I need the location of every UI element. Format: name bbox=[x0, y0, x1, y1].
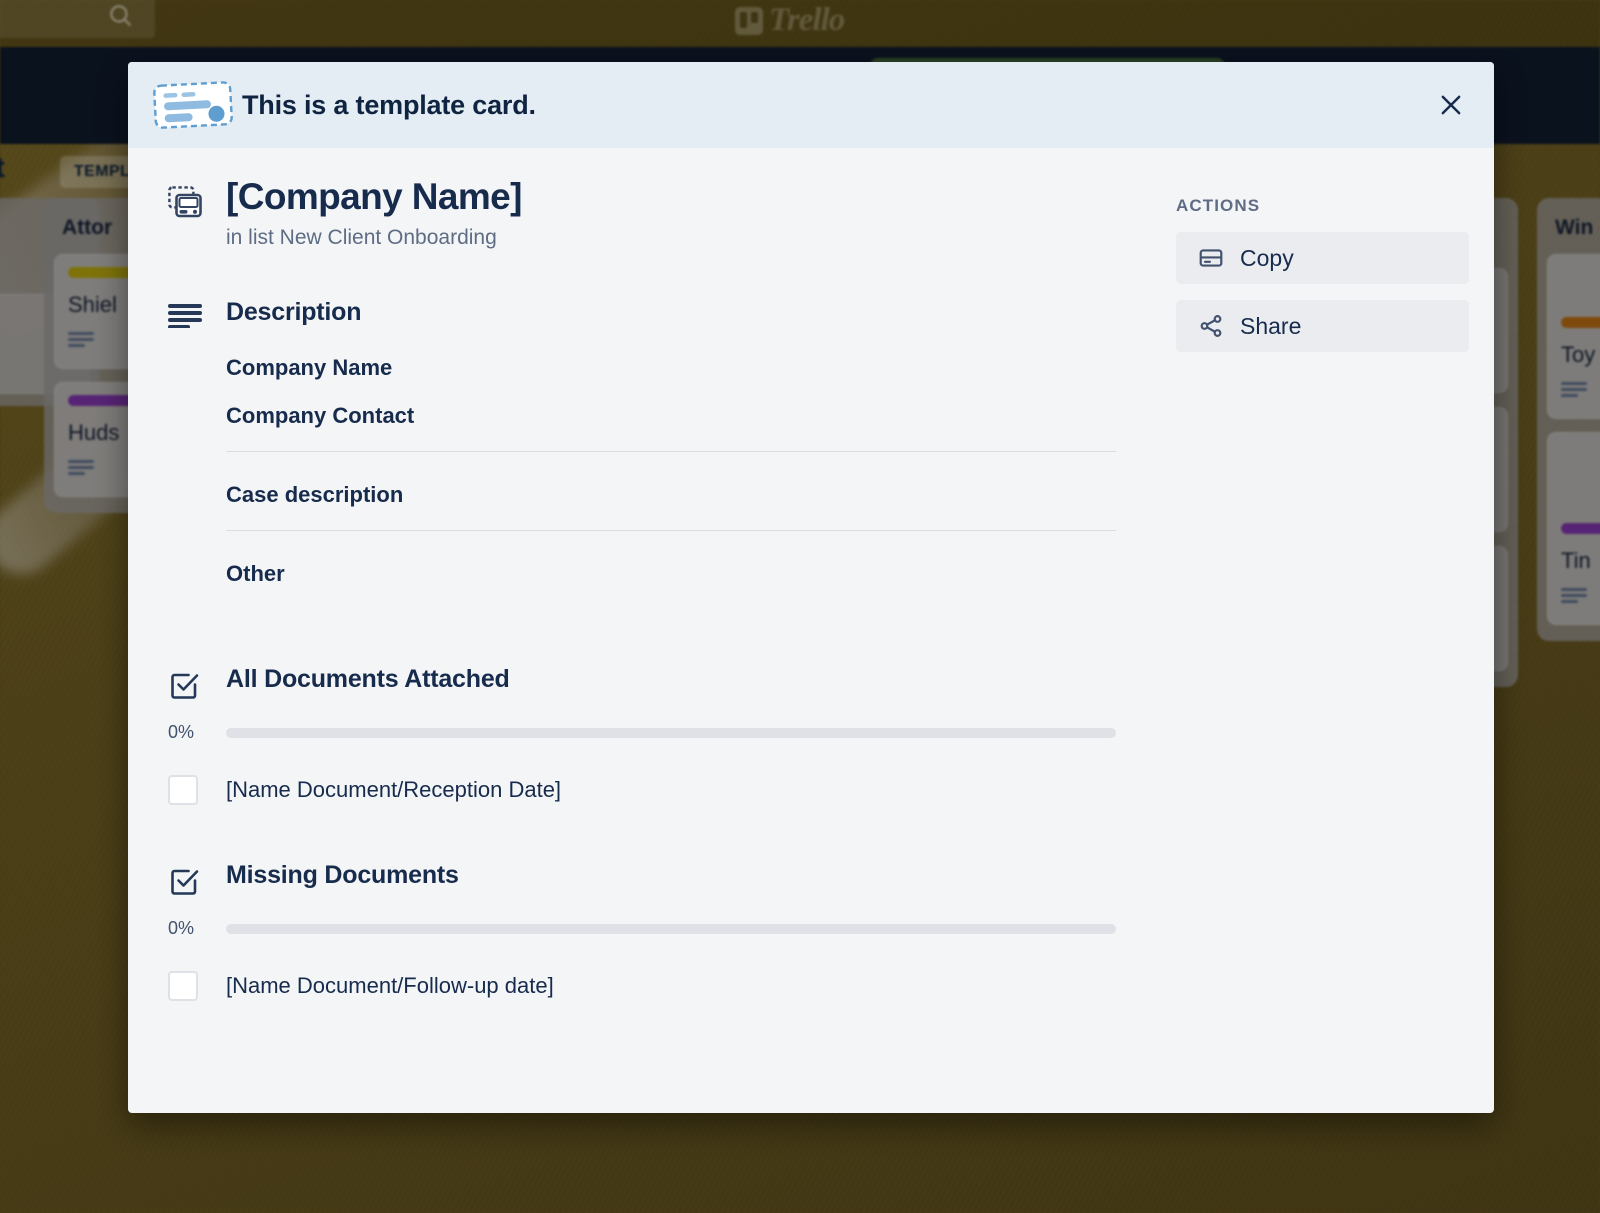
actions-sidebar: ACTIONS Copy Share bbox=[1128, 176, 1469, 1001]
checklist-icon bbox=[168, 665, 226, 706]
checklist-progress: 0% bbox=[168, 918, 1128, 939]
description-field-company-contact: Company Contact bbox=[226, 403, 415, 429]
checklist-title: Missing Documents bbox=[226, 861, 459, 890]
description-divider bbox=[226, 451, 1116, 453]
checklist-item[interactable]: [Name Document/Follow-up date] bbox=[168, 971, 1128, 1002]
checklist-item-checkbox-wrap bbox=[168, 971, 226, 1002]
banner-title: This is a template card. bbox=[242, 89, 536, 120]
card-header: [Company Name] in list New Client Onboar… bbox=[168, 176, 1128, 250]
description-body: Description Company Name Company Contact… bbox=[226, 298, 1128, 609]
description-field-case-description: Case description bbox=[226, 482, 404, 508]
card-header-text: [Company Name] in list New Client Onboar… bbox=[226, 176, 522, 250]
checklist-item-checkbox[interactable] bbox=[168, 775, 198, 806]
close-button[interactable] bbox=[1430, 84, 1472, 126]
checklist-progress-bar bbox=[226, 727, 1116, 738]
checklist-percent: 0% bbox=[168, 722, 195, 743]
actions-heading: ACTIONS bbox=[1176, 196, 1261, 215]
checklist-missing-documents: Missing Documents 0% [Name Document/Foll… bbox=[168, 861, 1128, 1002]
close-icon bbox=[1441, 95, 1461, 115]
checklist-header: All Documents Attached bbox=[168, 665, 1128, 706]
template-card-badge-icon bbox=[168, 176, 226, 225]
screen: Trello nt TEMPL Attor Shiel bbox=[0, 0, 1600, 1213]
checklist-all-documents-attached: All Documents Attached 0% [Name Document… bbox=[168, 665, 1128, 806]
share-button[interactable]: Share bbox=[1176, 300, 1469, 352]
checklist-item-checkbox-wrap bbox=[168, 775, 226, 806]
template-banner: This is a template card. bbox=[128, 62, 1494, 148]
checklist-item-label: [Name Document/Reception Date] bbox=[226, 777, 562, 803]
card-detail-modal: This is a template card. [Company Name] … bbox=[128, 62, 1494, 1113]
checklist-icon bbox=[168, 861, 226, 902]
share-button-label: Share bbox=[1240, 312, 1302, 339]
copy-button-label: Copy bbox=[1240, 244, 1294, 271]
share-icon bbox=[1200, 315, 1222, 337]
modal-main-column: [Company Name] in list New Client Onboar… bbox=[168, 176, 1128, 1002]
checklist-item-checkbox[interactable] bbox=[168, 971, 198, 1002]
checklist-progress-bar bbox=[226, 923, 1116, 934]
description-title: Description bbox=[226, 298, 362, 327]
description-lines-icon bbox=[168, 298, 226, 609]
checklist-progress: 0% bbox=[168, 722, 1128, 743]
description-content[interactable]: Company Name Company Contact Case descri… bbox=[226, 355, 1128, 587]
copy-button[interactable]: Copy bbox=[1176, 232, 1469, 284]
modal-body: [Company Name] in list New Client Onboar… bbox=[128, 148, 1494, 1002]
checklist-item[interactable]: [Name Document/Reception Date] bbox=[168, 775, 1128, 806]
page-title: [Company Name] bbox=[226, 176, 522, 217]
checklist-percent: 0% bbox=[168, 918, 195, 939]
checklist-header: Missing Documents bbox=[168, 861, 1128, 902]
checklist-item-label: [Name Document/Follow-up date] bbox=[226, 973, 554, 999]
description-field-company-name: Company Name bbox=[226, 355, 393, 381]
template-card-icon bbox=[150, 80, 236, 130]
description-field-other: Other bbox=[226, 561, 285, 587]
checklist-title: All Documents Attached bbox=[226, 665, 510, 694]
card-list-breadcrumb[interactable]: in list New Client Onboarding bbox=[226, 226, 522, 250]
copy-card-icon bbox=[1199, 249, 1223, 267]
description-section: Description Company Name Company Contact… bbox=[168, 298, 1128, 609]
description-divider bbox=[226, 530, 1116, 532]
